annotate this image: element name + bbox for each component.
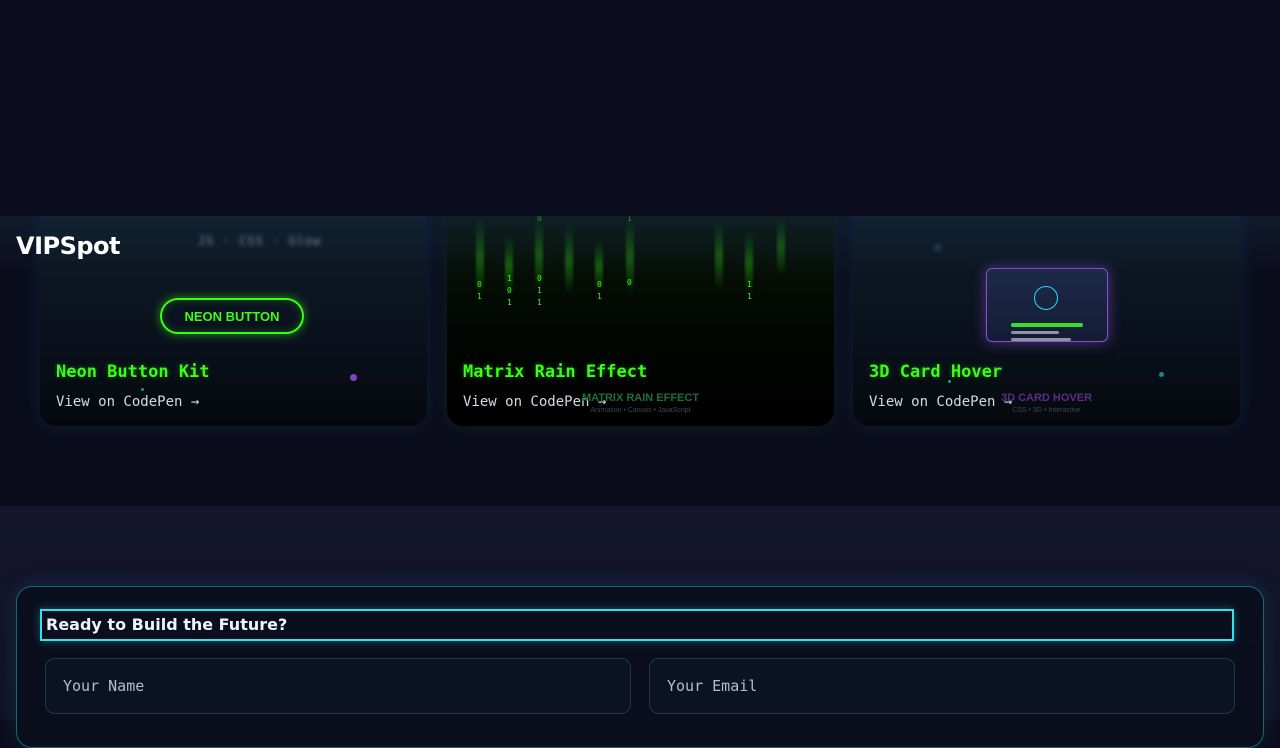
rain-digit: 0 <box>507 286 512 295</box>
card-title: 3D Card Hover <box>869 362 1003 382</box>
particle-dot <box>141 388 144 391</box>
rain-streak <box>777 216 785 276</box>
card-title: Matrix Rain Effect <box>463 362 648 382</box>
card-title: Neon Button Kit <box>56 362 210 382</box>
mockup-bar <box>1011 323 1083 327</box>
rain-digit: 0 <box>537 274 542 283</box>
rain-digit: 1 <box>747 280 752 289</box>
card-overlay-subtitle: Animation • Canvas • JavaScript <box>590 407 691 414</box>
rain-digit: 0 <box>627 278 632 287</box>
rain-digit: 0 <box>597 280 602 289</box>
mockup-bar <box>1011 331 1059 334</box>
codepen-gallery: NEON BUTTON Neon Button Kit View on Code… <box>0 216 1280 506</box>
card-overlay-title: 3D CARD HOVER <box>1000 392 1093 404</box>
mockup-bar <box>1011 338 1071 341</box>
rain-digit: 1 <box>537 286 542 295</box>
rain-streak <box>715 220 723 290</box>
rain-digit: 1 <box>597 292 602 301</box>
card-overlay-title: MATRIX RAIN EFFECT <box>581 392 700 404</box>
rain-digit: 0 <box>477 280 482 289</box>
rain-digit: 1 <box>507 298 512 307</box>
circle-icon <box>1034 286 1058 310</box>
rain-digit: 1 <box>747 292 752 301</box>
rain-digit: 0 <box>537 216 542 223</box>
site-logo[interactable]: VIPSpot <box>16 232 121 260</box>
hover-card-mockup <box>986 268 1108 342</box>
blurred-tagline: JS · CSS · Glow <box>198 234 322 248</box>
rain-digit: 1 <box>537 298 542 307</box>
particle-dot <box>1159 372 1164 377</box>
neon-demo-button[interactable]: NEON BUTTON <box>160 298 304 334</box>
particle-dot <box>350 374 357 381</box>
contact-form-panel: Ready to Build the Future? <box>16 586 1264 748</box>
rain-digit: 1 <box>507 274 512 283</box>
card-overlay-subtitle: CSS • 3D • Interactive <box>1012 407 1081 414</box>
contact-heading: Ready to Build the Future? <box>40 609 1234 641</box>
particle-dot <box>933 243 942 252</box>
rain-streak <box>565 224 573 294</box>
rain-digit: 1 <box>627 216 632 223</box>
view-on-codepen-link[interactable]: View on CodePen → <box>56 394 199 410</box>
project-card-matrix-rain[interactable]: 0 1 1 0 1 0 1 1 0 1 0 1 1 0 1 Matrix Rai… <box>447 216 834 426</box>
hero-top-band <box>0 0 1280 216</box>
rain-digit: 1 <box>477 292 482 301</box>
project-card-3d-hover[interactable]: 3D Card Hover View on CodePen → 3D CARD … <box>853 216 1240 426</box>
email-input[interactable] <box>649 658 1235 714</box>
name-input[interactable] <box>45 658 631 714</box>
